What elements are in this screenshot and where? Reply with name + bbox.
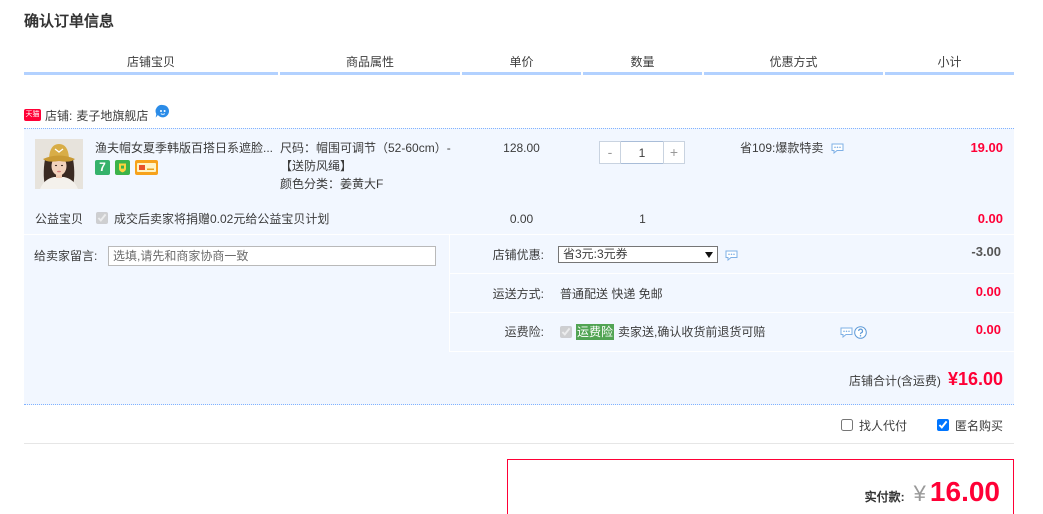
shop-coupon-select[interactable]: 省3元:3元券 (558, 246, 718, 263)
divider (24, 443, 1014, 444)
column-header-discount: 优惠方式 (704, 52, 883, 75)
anonymous-purchase-label: 匿名购买 (954, 418, 1003, 433)
column-header-attributes: 商品属性 (280, 52, 460, 75)
shipping-method: 普通配送 快递 免邮 (560, 287, 663, 301)
wangwang-chat-icon-svg[interactable] (155, 104, 170, 119)
pay-by-friend-label: 找人代付 (858, 418, 907, 433)
divider (450, 273, 1014, 274)
freight-insurance-description: 卖家送,确认收货前退货可赔 (618, 325, 766, 339)
charity-quantity: 1 (639, 212, 646, 226)
divider (449, 235, 450, 352)
payment-summary-box: 实付款: ¥ 16.00 (507, 459, 1014, 514)
question-icon[interactable] (854, 326, 867, 339)
product-thumbnail[interactable] (35, 139, 83, 189)
comment-icon-svg[interactable] (831, 143, 844, 154)
item-subtotal: 19.00 (970, 140, 1003, 155)
column-header-shop-item: 店铺宝贝 (24, 52, 278, 75)
dropdown-arrow-icon (705, 252, 713, 258)
shop-total-label: 店铺合计(含运费) (848, 374, 941, 388)
payment-label: 实付款: (864, 490, 905, 504)
comment-icon[interactable] (831, 143, 844, 154)
comment-icon[interactable] (725, 250, 738, 261)
product-thumbnail-image[interactable] (35, 139, 83, 189)
attribute-color: 颜色分类：姜黄大F (280, 177, 384, 191)
shop-coupon-selected-value: 省3元:3元券 (563, 247, 628, 261)
divider (450, 351, 1014, 352)
shipping-amount: 0.00 (975, 284, 1001, 299)
order-confirm-page: 确认订单信息 店铺宝贝 商品属性 单价 数量 优惠方式 小计 天猫 店铺: 麦子… (0, 0, 1043, 514)
service-badges: 7 (95, 160, 158, 175)
freight-insurance-checkbox[interactable] (560, 326, 572, 338)
freight-insurance-tag: 运费险 (576, 324, 614, 340)
item-unit-price: 128.00 (503, 141, 540, 155)
shop-total-value: ¥16.00 (947, 369, 1003, 389)
charity-unit-price: 0.00 (509, 212, 534, 226)
freight-insurance-label: 运费险: (504, 325, 544, 339)
shop-label: 店铺: (45, 108, 73, 123)
order-options: 找人代付 匿名购买 (840, 417, 1003, 434)
page-title: 确认订单信息 (24, 13, 115, 30)
order-item-block: 渔夫帽女夏季韩版百搭日系遮脸... 7 尺码：帽围可调节（52-60cm）-【送… (24, 128, 1014, 405)
freight-insurance-amount: 0.00 (975, 322, 1001, 337)
consumer-guarantee-icon[interactable] (115, 160, 130, 175)
anonymous-purchase-option[interactable]: 匿名购买 (936, 417, 1003, 434)
pay-by-friend-option[interactable]: 找人代付 (840, 417, 907, 434)
item-promotion: 省109:爆款特卖 (740, 141, 824, 155)
quantity-plus-button[interactable]: + (663, 141, 685, 164)
credit-card-icon[interactable] (135, 160, 158, 175)
column-header-quantity: 数量 (583, 52, 702, 75)
divider (450, 312, 1014, 313)
charity-checkbox[interactable] (96, 212, 108, 224)
shop-header: 天猫 店铺: 麦子地旗舰店 (24, 104, 170, 125)
charity-description: 成交后卖家将捐赠0.02元给公益宝贝计划 (114, 212, 330, 226)
question-icon-svg[interactable] (854, 326, 867, 339)
payment-currency: ¥ (913, 481, 926, 506)
seven-day-return-icon[interactable]: 7 (95, 160, 110, 175)
pay-by-friend-checkbox[interactable] (840, 419, 853, 431)
dropdown-arrow-icon-svg (705, 252, 713, 258)
column-header-unit-price: 单价 (462, 52, 581, 75)
consumer-guarantee-icon-svg[interactable] (115, 160, 130, 175)
payment-total: 实付款: ¥ 16.00 (865, 476, 1000, 508)
comment-icon-svg[interactable] (725, 250, 738, 261)
product-title-link[interactable]: 渔夫帽女夏季韩版百搭日系遮脸... (95, 140, 273, 156)
wangwang-chat-icon[interactable] (155, 104, 170, 119)
tmall-badge-icon: 天猫 (24, 109, 41, 121)
payment-amount: 16.00 (929, 476, 1000, 507)
seller-message-label: 给卖家留言: (34, 249, 98, 263)
column-header-subtotal: 小计 (885, 52, 1014, 75)
product-attributes: 尺码：帽围可调节（52-60cm）-【送防风绳】 颜色分类：姜黄大F (280, 139, 458, 193)
shop-discount-amount: -3.00 (971, 244, 1001, 259)
divider (24, 234, 1014, 235)
shop-name-link[interactable]: 麦子地旗舰店 (76, 107, 148, 124)
shop-discount-label: 店铺优惠: (492, 248, 544, 262)
shipping-label: 运送方式: (492, 287, 544, 301)
quantity-input[interactable] (621, 141, 663, 164)
comment-icon-svg[interactable] (840, 327, 853, 338)
attribute-size: 尺码：帽围可调节（52-60cm）-【送防风绳】 (280, 141, 451, 173)
comment-icon[interactable] (840, 327, 853, 338)
seller-message-input[interactable] (108, 246, 436, 266)
charity-subtotal: 0.00 (977, 211, 1003, 226)
quantity-stepper: - + (599, 141, 685, 164)
shop-total: 店铺合计(含运费) ¥16.00 (849, 369, 1003, 389)
charity-label: 公益宝贝 (35, 212, 84, 226)
anonymous-purchase-checkbox[interactable] (936, 419, 949, 431)
quantity-minus-button[interactable]: - (599, 141, 621, 164)
credit-card-icon-svg[interactable] (135, 160, 158, 175)
